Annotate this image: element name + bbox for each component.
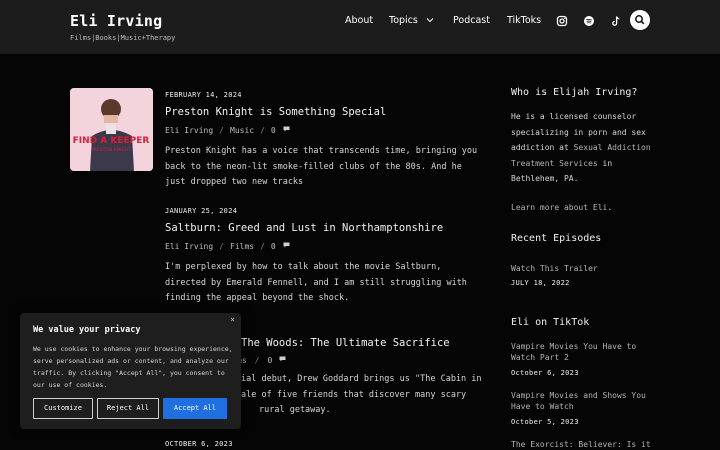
post-meta: ms/0 [237, 356, 286, 365]
about-heading: Who is Elijah Irving? [511, 87, 638, 98]
about-text: He is a licensed counselor specializing … [511, 109, 661, 187]
chevron-down-icon [426, 18, 434, 23]
post-excerpt: Preston Knight has a voice that transcen… [165, 146, 478, 187]
site-tagline: Films|Books|Music+Therapy [70, 34, 176, 42]
post-author[interactable]: Eli Irving [165, 242, 213, 251]
accept-all-button[interactable]: Accept All [163, 398, 227, 419]
post-excerpt-line: rural getaway. [259, 405, 331, 415]
post-date: JANUARY 25, 2024 [165, 207, 238, 215]
album-cover-image: FIND A KEEPER PRESTON KNIGHT [70, 88, 153, 171]
post-title[interactable]: The Woods: The Ultimate Sacrifice [241, 337, 450, 349]
comment-icon [283, 126, 290, 132]
cookie-text: We use cookies to enhance your browsing … [33, 345, 233, 389]
comment-icon [283, 242, 290, 248]
learn-more: Learn more about Eli. [511, 200, 661, 216]
reject-all-button[interactable]: Reject All [97, 398, 159, 419]
nav-tiktoks[interactable]: TikToks [507, 15, 541, 26]
post-thumbnail[interactable]: FIND A KEEPER PRESTON KNIGHT [70, 88, 153, 171]
learn-more-period: . [607, 202, 613, 212]
post-author[interactable]: Eli Irving [165, 126, 213, 135]
nav-podcast[interactable]: Podcast [453, 15, 490, 26]
site-header: Eli Irving Films|Books|Music+Therapy Abo… [0, 0, 720, 54]
post-comments-count[interactable]: 0 [271, 242, 276, 251]
cover-artist: PRESTON KNIGHT [91, 147, 131, 153]
cover-title: FIND A KEEPER [73, 136, 150, 146]
spotify-icon[interactable] [582, 14, 596, 28]
cookie-consent-banner: × We value your privacy We use cookies t… [20, 313, 241, 429]
post-comments-count[interactable]: 0 [267, 356, 272, 365]
cookie-title: We value your privacy [33, 325, 141, 335]
instagram-icon[interactable] [555, 14, 569, 28]
nav-about[interactable]: About [345, 15, 373, 26]
post-card: JANUARY 25, 2024 Saltburn: Greed and Lus… [165, 207, 485, 307]
tiktok-icon[interactable] [609, 14, 623, 28]
post-excerpt-line: ial debut, Drew Goddard brings us "The C… [241, 374, 482, 384]
post-comments-count[interactable]: 0 [271, 126, 276, 135]
post-excerpt-line: ale of five friends that discover many s… [241, 389, 467, 400]
close-icon[interactable]: × [230, 315, 235, 324]
nav-topics[interactable]: Topics [389, 15, 434, 26]
sidebar-tiktoks: Eli on TikTok Vampire Movies You Have to… [511, 317, 661, 450]
tiktok-link[interactable]: Vampire Movies You Have to Watch Part 2 [511, 341, 643, 363]
episodes-heading: Recent Episodes [511, 233, 602, 244]
tiktok-link[interactable]: The Exorcist: Believer: Is it [511, 439, 661, 450]
post-title[interactable]: Preston Knight is Something Special [165, 106, 485, 118]
post-date: FEBRUARY 14, 2024 [165, 91, 242, 99]
post-excerpt: I'm perplexed by how to talk about the m… [165, 262, 467, 303]
search-icon [635, 15, 645, 25]
learn-more-link[interactable]: Learn more about Eli [511, 203, 607, 212]
post-category[interactable]: Films [230, 242, 254, 251]
post-meta: Eli Irving / Films/0 [165, 242, 485, 251]
post-card: FEBRUARY 14, 2024 Preston Knight is Some… [165, 91, 485, 191]
search-button[interactable] [630, 10, 650, 30]
customize-button[interactable]: Customize [33, 398, 93, 419]
tiktok-heading: Eli on TikTok [511, 317, 590, 328]
tiktok-date: October 6, 2023 [511, 369, 579, 377]
site-title[interactable]: Eli Irving [70, 12, 162, 30]
tiktok-link[interactable]: Vampire Movies and Shows You Have to Wat… [511, 390, 653, 412]
post-date: OCTOBER 6, 2023 [165, 440, 233, 448]
tiktok-date: October 5, 2023 [511, 418, 579, 426]
sidebar-episodes: Recent Episodes Watch This Trailer JULY … [511, 233, 661, 287]
comment-icon [279, 356, 286, 362]
post-title[interactable]: Saltburn: Greed and Lust in Northamptons… [165, 222, 485, 234]
post-excerpt: ial debut, Drew Goddard brings us "The C… [241, 372, 482, 419]
episode-date: JULY 18, 2022 [511, 279, 570, 287]
post-category[interactable]: Music [230, 126, 254, 135]
sidebar-about: Who is Elijah Irving? He is a licensed c… [511, 87, 661, 215]
post-meta: Eli Irving / Music/0 [165, 126, 485, 135]
episode-link[interactable]: Watch This Trailer [511, 263, 661, 274]
nav-topics-label: Topics [389, 15, 418, 26]
